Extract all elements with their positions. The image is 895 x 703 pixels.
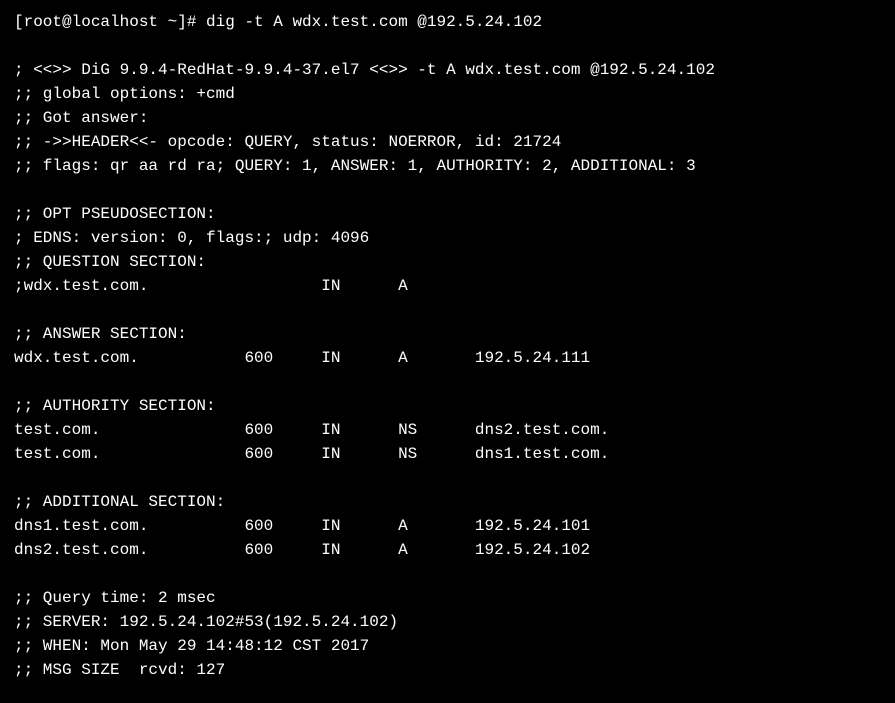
terminal-line: ;; WHEN: Mon May 29 14:48:12 CST 2017 xyxy=(14,634,881,658)
terminal-line: ;; flags: qr aa rd ra; QUERY: 1, ANSWER:… xyxy=(14,154,881,178)
terminal-line: [root@localhost ~]# dig -t A wdx.test.co… xyxy=(14,10,881,34)
terminal-line: ;; MSG SIZE rcvd: 127 xyxy=(14,658,881,682)
terminal-line: ;; AUTHORITY SECTION: xyxy=(14,394,881,418)
terminal-output: [root@localhost ~]# dig -t A wdx.test.co… xyxy=(14,10,881,682)
terminal-line: ;wdx.test.com. IN A xyxy=(14,274,881,298)
terminal-line: ; EDNS: version: 0, flags:; udp: 4096 xyxy=(14,226,881,250)
terminal-line: ;; SERVER: 192.5.24.102#53(192.5.24.102) xyxy=(14,610,881,634)
terminal-line: ;; ANSWER SECTION: xyxy=(14,322,881,346)
terminal-line: ;; ADDITIONAL SECTION: xyxy=(14,490,881,514)
terminal-line: ;; Got answer: xyxy=(14,106,881,130)
terminal-line: test.com. 600 IN NS dns2.test.com. xyxy=(14,418,881,442)
terminal-line: dns1.test.com. 600 IN A 192.5.24.101 xyxy=(14,514,881,538)
terminal-line: ;; Query time: 2 msec xyxy=(14,586,881,610)
terminal-line: ;; global options: +cmd xyxy=(14,82,881,106)
terminal-line: ;; QUESTION SECTION: xyxy=(14,250,881,274)
terminal-line: ;; ->>HEADER<<- opcode: QUERY, status: N… xyxy=(14,130,881,154)
terminal-line: ;; OPT PSEUDOSECTION: xyxy=(14,202,881,226)
terminal-line: dns2.test.com. 600 IN A 192.5.24.102 xyxy=(14,538,881,562)
terminal-window: [root@localhost ~]# dig -t A wdx.test.co… xyxy=(0,0,895,703)
terminal-line: ; <<>> DiG 9.9.4-RedHat-9.9.4-37.el7 <<>… xyxy=(14,58,881,82)
terminal-line: test.com. 600 IN NS dns1.test.com. xyxy=(14,442,881,466)
terminal-line: wdx.test.com. 600 IN A 192.5.24.111 xyxy=(14,346,881,370)
